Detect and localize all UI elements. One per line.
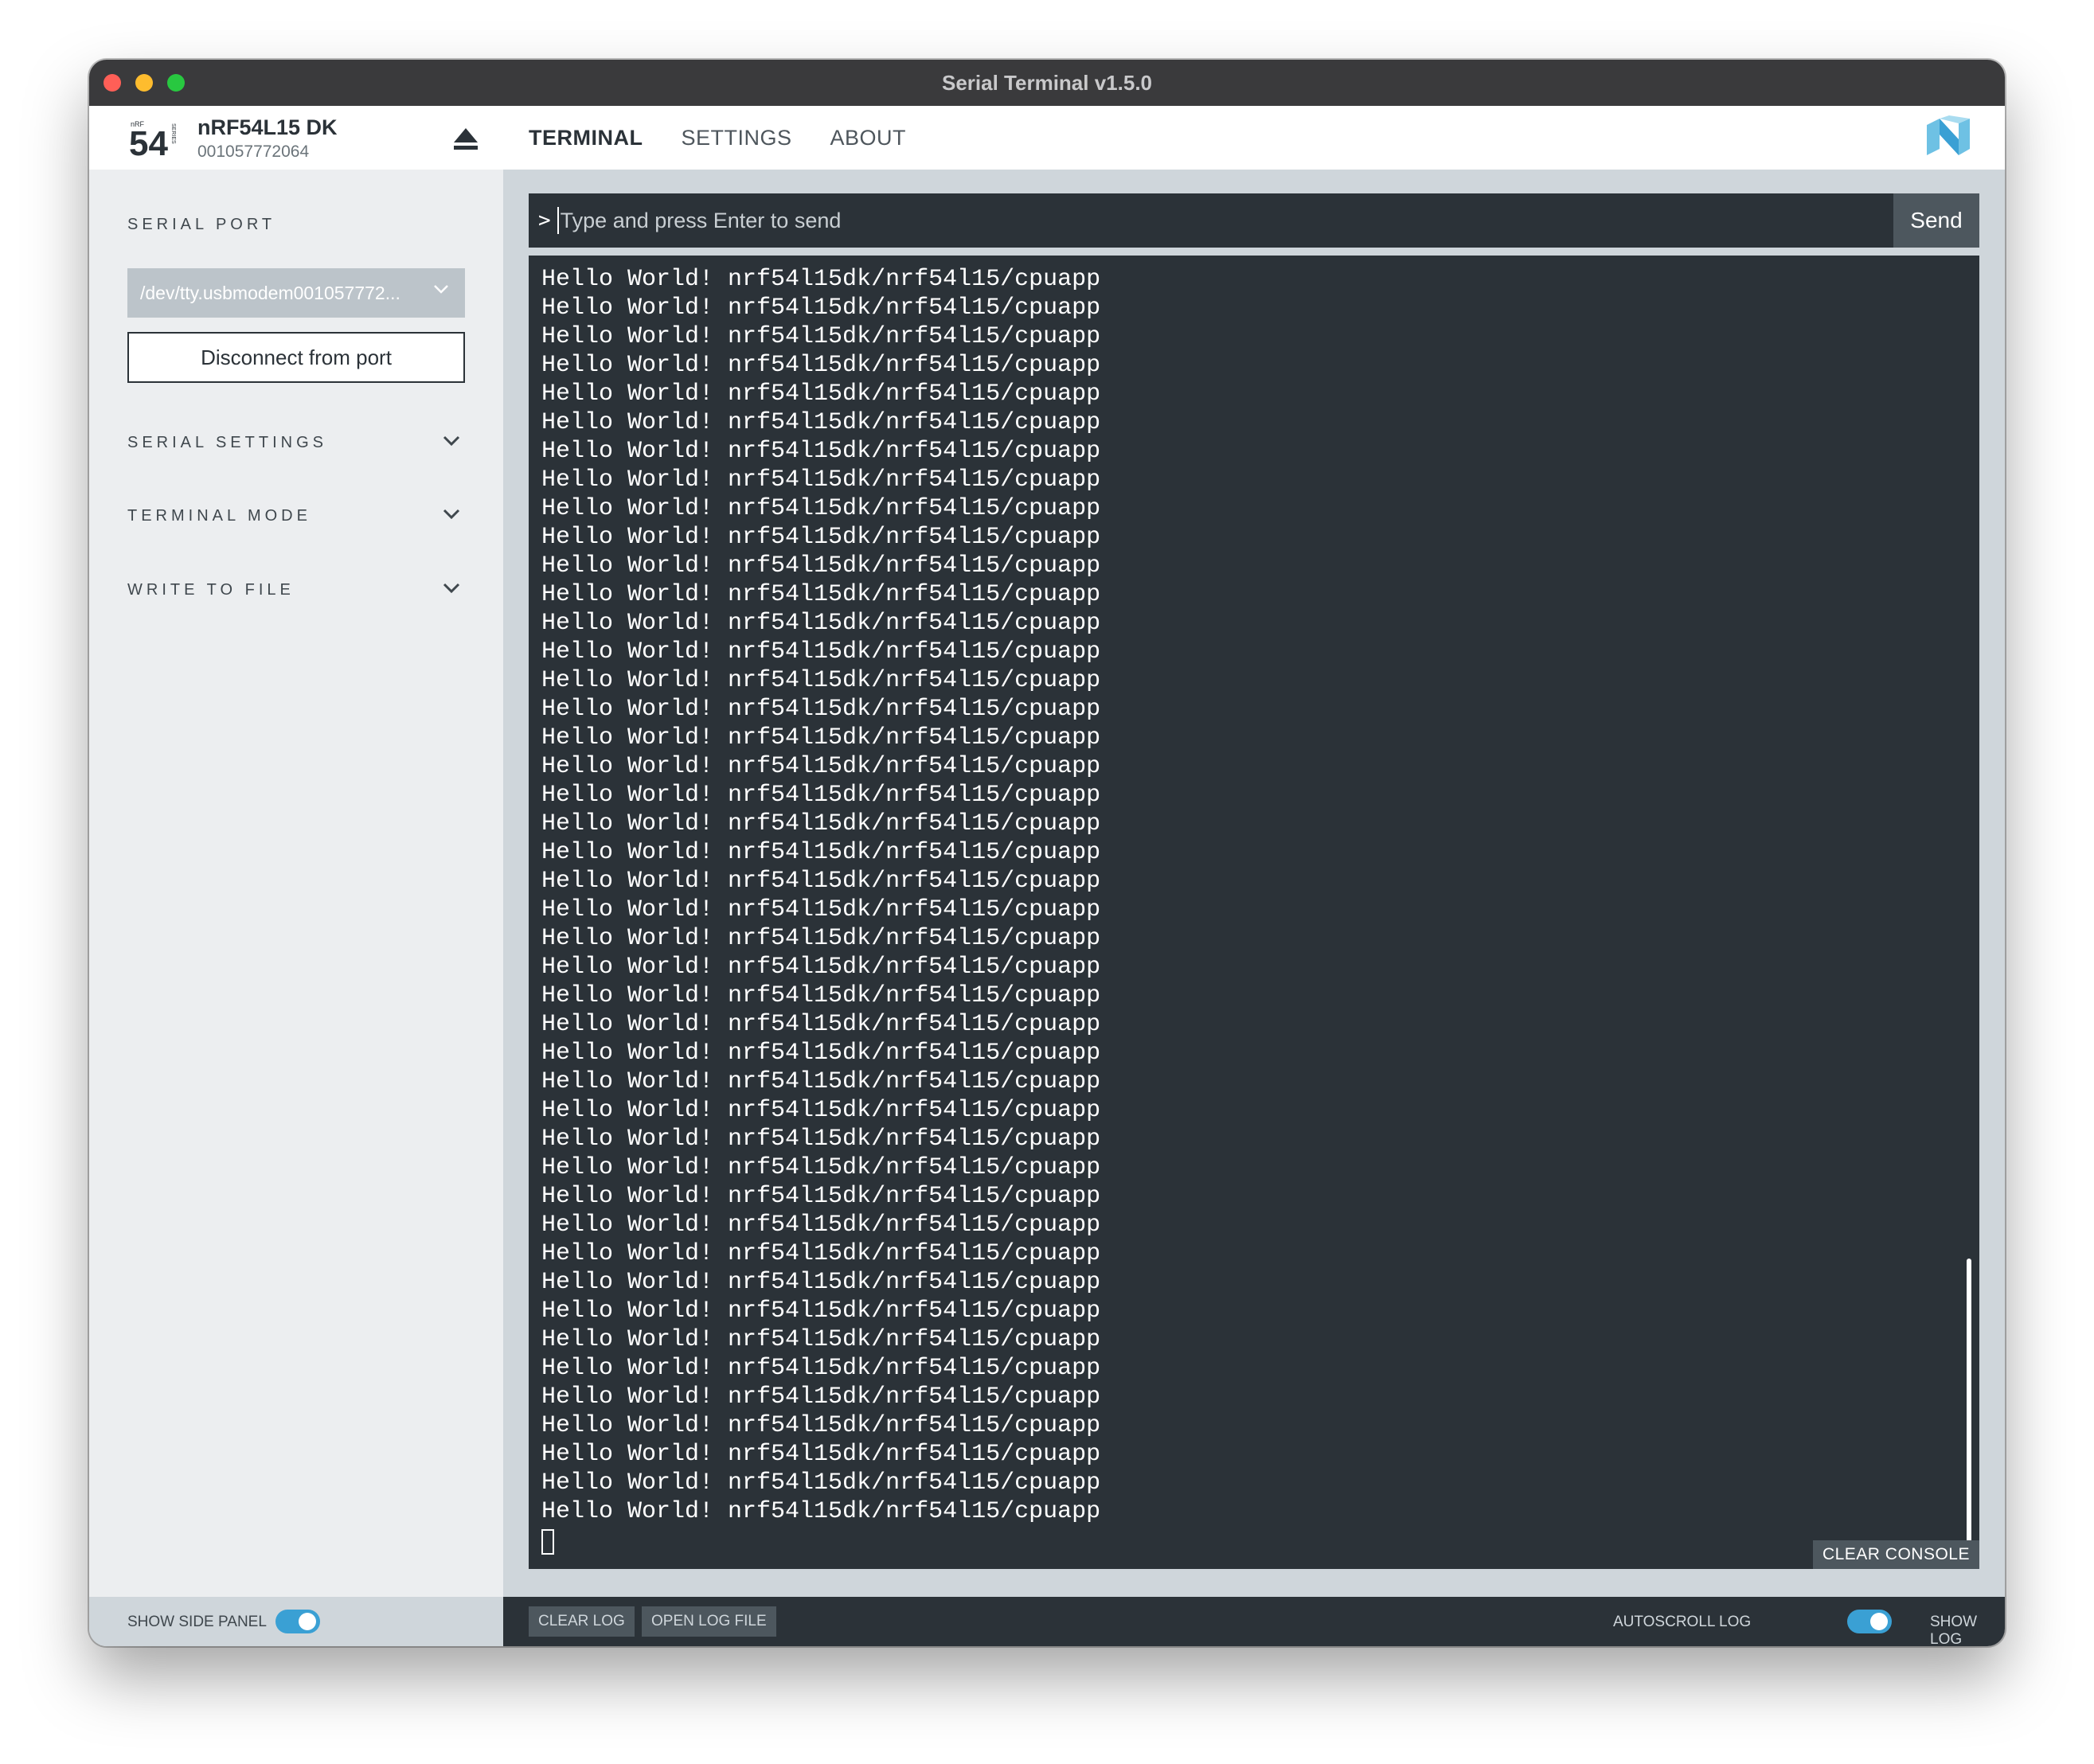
console-line: Hello World! nrf54l15dk/nrf54l15/cpuapp [541,667,1101,694]
console-line: Hello World! nrf54l15dk/nrf54l15/cpuapp [541,1441,1101,1468]
nrf54-series-logo-icon: 54 nRF SERIES [129,120,176,160]
console-line: Hello World! nrf54l15dk/nrf54l15/cpuapp [541,1212,1101,1239]
serial-settings-section[interactable]: SERIAL SETTINGS [127,434,327,452]
console-line: Hello World! nrf54l15dk/nrf54l15/cpuapp [541,753,1101,780]
show-log-label: SHOW LOG [1930,1614,1978,1646]
send-input[interactable] [558,196,1852,245]
terminal-area: > Send Hello World! nrf54l15dk/nrf54l15/… [503,170,2005,1597]
serial-port-value: /dev/tty.usbmodem001057772... [140,282,400,303]
open-log-file-button[interactable]: OPEN LOG FILE [642,1606,776,1637]
nordic-logo-icon [1927,115,1970,155]
console-line: Hello World! nrf54l15dk/nrf54l15/cpuapp [541,982,1101,1009]
window-controls [104,74,185,92]
console-line: Hello World! nrf54l15dk/nrf54l15/cpuapp [541,524,1101,551]
console-line: Hello World! nrf54l15dk/nrf54l15/cpuapp [541,1326,1101,1353]
app-window: Serial Terminal v1.5.0 54 nRF SERIES nRF… [89,60,2005,1646]
console-line: Hello World! nrf54l15dk/nrf54l15/cpuapp [541,1469,1101,1497]
console-line: Hello World! nrf54l15dk/nrf54l15/cpuapp [541,1269,1101,1296]
console-line: Hello World! nrf54l15dk/nrf54l15/cpuapp [541,1383,1101,1411]
console-line: Hello World! nrf54l15dk/nrf54l15/cpuapp [541,1298,1101,1325]
tab-settings[interactable]: SETTINGS [681,126,791,150]
console-line: Hello World! nrf54l15dk/nrf54l15/cpuapp [541,1183,1101,1210]
console-output[interactable]: Hello World! nrf54l15dk/nrf54l15/cpuapp H… [529,256,1979,1569]
console-line: Hello World! nrf54l15dk/nrf54l15/cpuapp [541,295,1101,322]
chevron-down-icon[interactable] [443,583,460,594]
window-title: Serial Terminal v1.5.0 [942,70,1152,95]
app-header: 54 nRF SERIES nRF54L15 DK 001057772064 T… [89,106,2005,170]
console-line: Hello World! nrf54l15dk/nrf54l15/cpuapp [541,610,1101,637]
show-side-panel-toggle[interactable] [275,1610,320,1633]
serial-port-heading: SERIAL PORT [127,216,276,233]
toggle-knob [1870,1613,1888,1630]
console-line: Hello World! nrf54l15dk/nrf54l15/cpuapp [541,1011,1101,1038]
console-line: Hello World! nrf54l15dk/nrf54l15/cpuapp [541,1412,1101,1439]
autoscroll-log-toggle[interactable] [1847,1610,1892,1633]
console-line: Hello World! nrf54l15dk/nrf54l15/cpuapp [541,352,1101,379]
send-bar: > Send [529,193,1979,248]
console-line: Hello World! nrf54l15dk/nrf54l15/cpuapp [541,1068,1101,1095]
chevron-down-icon[interactable] [443,435,460,447]
console-line: Hello World! nrf54l15dk/nrf54l15/cpuapp [541,896,1101,923]
console-line: Hello World! nrf54l15dk/nrf54l15/cpuapp [541,381,1101,408]
send-button[interactable]: Send [1893,193,1979,248]
svg-text:54: 54 [129,124,168,160]
console-lines: Hello World! nrf54l15dk/nrf54l15/cpuapp H… [541,265,1100,1555]
console-line: Hello World! nrf54l15dk/nrf54l15/cpuapp [541,1097,1101,1124]
console-line: Hello World! nrf54l15dk/nrf54l15/cpuapp [541,954,1101,981]
write-to-file-section[interactable]: WRITE TO FILE [127,581,295,599]
console-line: Hello World! nrf54l15dk/nrf54l15/cpuapp [541,1240,1101,1267]
main-nav: TERMINAL SETTINGS ABOUT [529,106,906,170]
console-line: Hello World! nrf54l15dk/nrf54l15/cpuapp [541,839,1101,866]
toggle-knob [299,1613,316,1630]
device-serial: 001057772064 [197,142,310,161]
chevron-down-icon [434,285,448,294]
status-bar-right: CLEAR LOG OPEN LOG FILE AUTOSCROLL LOG S… [503,1597,2005,1646]
console-line: Hello World! nrf54l15dk/nrf54l15/cpuapp [541,466,1101,494]
console-line: Hello World! nrf54l15dk/nrf54l15/cpuapp [541,810,1101,837]
tab-about[interactable]: ABOUT [830,126,907,150]
console-line: Hello World! nrf54l15dk/nrf54l15/cpuapp [541,1154,1101,1181]
chevron-down-icon[interactable] [443,509,460,520]
tab-terminal[interactable]: TERMINAL [529,126,643,150]
console-line: Hello World! nrf54l15dk/nrf54l15/cpuapp [541,409,1101,436]
console-line: Hello World! nrf54l15dk/nrf54l15/cpuapp [541,323,1101,350]
autoscroll-log-label: AUTOSCROLL LOG [1613,1614,1752,1630]
status-bar-left: SHOW SIDE PANEL [89,1597,503,1646]
device-name: nRF54L15 DK [197,115,338,139]
close-window-button[interactable] [104,74,121,92]
clear-console-button[interactable]: CLEAR CONSOLE [1812,1540,1979,1569]
console-cursor [541,1529,554,1555]
console-line: Hello World! nrf54l15dk/nrf54l15/cpuapp [541,581,1101,608]
console-line: Hello World! nrf54l15dk/nrf54l15/cpuapp [541,925,1101,952]
console-line: Hello World! nrf54l15dk/nrf54l15/cpuapp [541,724,1101,751]
terminal-mode-section[interactable]: TERMINAL MODE [127,507,311,525]
clear-log-button[interactable]: CLEAR LOG [529,1606,635,1637]
console-line: Hello World! nrf54l15dk/nrf54l15/cpuapp [541,868,1101,895]
svg-text:nRF: nRF [131,120,145,128]
disconnect-button[interactable]: Disconnect from port [127,332,465,383]
zoom-window-button[interactable] [167,74,185,92]
side-panel: SERIAL PORT /dev/tty.usbmodem001057772..… [89,170,503,1597]
title-bar: Serial Terminal v1.5.0 [89,60,2005,106]
console-line: Hello World! nrf54l15dk/nrf54l15/cpuapp [541,266,1101,293]
eject-icon[interactable] [452,127,479,150]
svg-text:SERIES: SERIES [170,123,176,144]
serial-port-dropdown[interactable]: /dev/tty.usbmodem001057772... [127,268,465,318]
show-side-panel-label: SHOW SIDE PANEL [127,1614,267,1630]
console-line: Hello World! nrf54l15dk/nrf54l15/cpuapp [541,1040,1101,1067]
console-line: Hello World! nrf54l15dk/nrf54l15/cpuapp [541,782,1101,809]
minimize-window-button[interactable] [135,74,153,92]
console-line: Hello World! nrf54l15dk/nrf54l15/cpuapp [541,638,1101,665]
console-line: Hello World! nrf54l15dk/nrf54l15/cpuapp [541,495,1101,522]
prompt-symbol: > [538,209,551,232]
console-line: Hello World! nrf54l15dk/nrf54l15/cpuapp [541,696,1101,723]
console-line: Hello World! nrf54l15dk/nrf54l15/cpuapp [541,1498,1101,1525]
console-line: Hello World! nrf54l15dk/nrf54l15/cpuapp [541,552,1101,580]
console-scrollbar[interactable] [1967,1259,1971,1545]
console-line: Hello World! nrf54l15dk/nrf54l15/cpuapp [541,438,1101,465]
console-line: Hello World! nrf54l15dk/nrf54l15/cpuapp [541,1126,1101,1153]
console-line: Hello World! nrf54l15dk/nrf54l15/cpuapp [541,1355,1101,1382]
